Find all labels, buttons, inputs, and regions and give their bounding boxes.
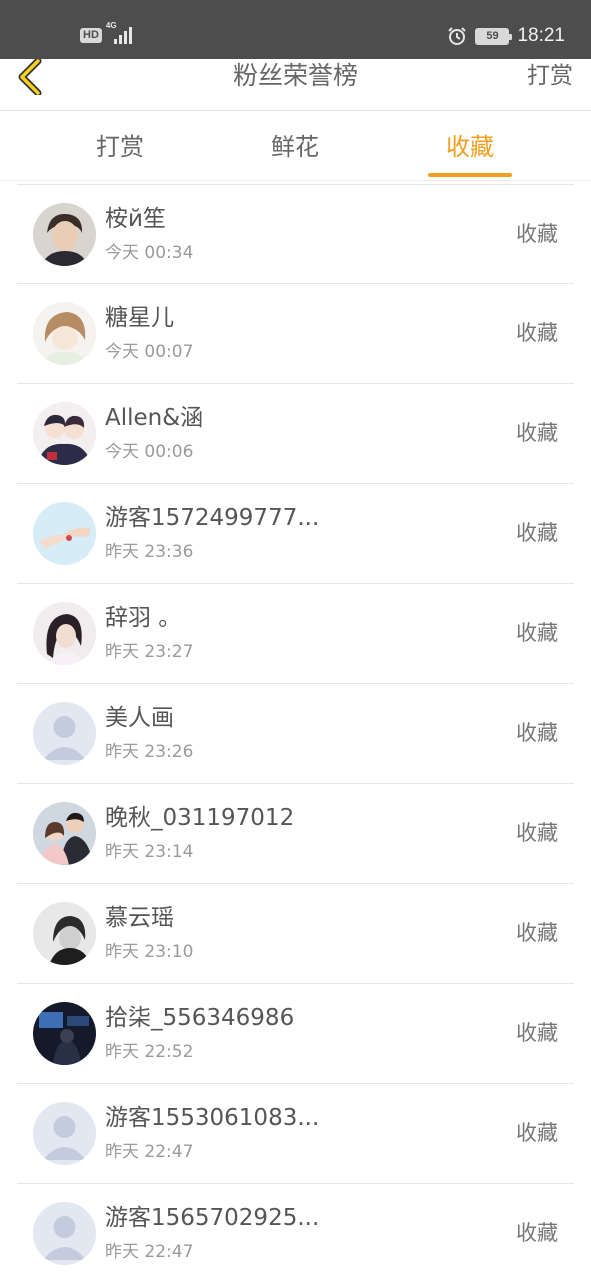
avatar[interactable] bbox=[33, 502, 96, 565]
list-item[interactable]: 游客1572499777... 昨天 23:36 收藏 bbox=[17, 484, 574, 584]
fan-name: 辞羽 。 bbox=[105, 605, 182, 631]
fan-name: Allen&涵 bbox=[105, 405, 204, 431]
fan-name: 晚秋_031197012 bbox=[105, 805, 295, 831]
avatar[interactable] bbox=[33, 1202, 96, 1265]
avatar[interactable] bbox=[33, 802, 96, 865]
fan-name: 游客1572499777... bbox=[105, 505, 320, 531]
fan-name: 糖星儿 bbox=[105, 305, 174, 331]
fan-time: 今天 00:06 bbox=[105, 442, 194, 462]
status-bar: HD 4G 59 18:21 bbox=[0, 0, 591, 59]
fan-name: 桉й笙 bbox=[105, 206, 166, 232]
avatar[interactable] bbox=[33, 602, 96, 665]
status-left: HD 4G bbox=[80, 21, 136, 46]
fan-name: 游客1565702925... bbox=[105, 1205, 320, 1231]
tab-flowers[interactable]: 鲜花 bbox=[245, 111, 345, 181]
fan-action: 收藏 bbox=[516, 721, 558, 745]
tab-bar: 打赏 鲜花 收藏 bbox=[0, 111, 591, 181]
list-item[interactable]: 游客1565702925... 昨天 22:47 收藏 bbox=[17, 1184, 574, 1280]
tab-flowers-label: 鲜花 bbox=[271, 133, 319, 161]
list-item[interactable]: 桉й笙 今天 00:34 收藏 bbox=[17, 184, 574, 284]
fan-action: 收藏 bbox=[516, 921, 558, 945]
list-item[interactable]: Allen&涵 今天 00:06 收藏 bbox=[17, 384, 574, 484]
status-time: 18:21 bbox=[517, 25, 565, 46]
battery-icon: 59 bbox=[475, 27, 513, 45]
fan-action: 收藏 bbox=[516, 1121, 558, 1145]
reward-button[interactable]: 打赏 bbox=[527, 59, 573, 93]
fan-time: 昨天 23:10 bbox=[105, 942, 194, 962]
list-item[interactable]: 慕云瑶 昨天 23:10 收藏 bbox=[17, 884, 574, 984]
list-item[interactable]: 糖星儿 今天 00:07 收藏 bbox=[17, 284, 574, 384]
fan-name: 拾柒_556346986 bbox=[105, 1005, 295, 1031]
fan-time: 今天 00:34 bbox=[105, 243, 194, 263]
fan-time: 昨天 22:47 bbox=[105, 1242, 194, 1262]
fan-action: 收藏 bbox=[516, 1021, 558, 1045]
avatar[interactable] bbox=[33, 1002, 96, 1065]
fan-action: 收藏 bbox=[516, 421, 558, 445]
fan-time: 昨天 23:27 bbox=[105, 642, 194, 662]
avatar[interactable] bbox=[33, 402, 96, 465]
battery-level: 59 bbox=[477, 29, 508, 43]
list-item[interactable]: 美人画 昨天 23:26 收藏 bbox=[17, 684, 574, 784]
fan-list: 桉й笙 今天 00:34 收藏 糖星儿 今天 00:07 收藏 Allen&涵 … bbox=[0, 184, 591, 1280]
avatar[interactable] bbox=[33, 302, 96, 365]
fan-time: 今天 00:07 bbox=[105, 342, 194, 362]
active-tab-indicator bbox=[428, 173, 512, 177]
fan-name: 慕云瑶 bbox=[105, 905, 174, 931]
fan-time: 昨天 22:52 bbox=[105, 1042, 194, 1062]
avatar[interactable] bbox=[33, 902, 96, 965]
status-right: 59 18:21 bbox=[447, 25, 565, 47]
avatar[interactable] bbox=[33, 1102, 96, 1165]
page-title: 粉丝荣誉榜 bbox=[232, 61, 358, 90]
fan-time: 昨天 23:36 bbox=[105, 542, 194, 562]
fan-time: 昨天 23:14 bbox=[105, 842, 194, 862]
fan-time: 昨天 22:47 bbox=[105, 1142, 194, 1162]
tab-reward-label: 打赏 bbox=[96, 133, 144, 161]
fan-action: 收藏 bbox=[516, 1221, 558, 1245]
fan-time: 昨天 23:26 bbox=[105, 742, 194, 762]
list-item[interactable]: 晚秋_031197012 昨天 23:14 收藏 bbox=[17, 784, 574, 884]
tab-favorites[interactable]: 收藏 bbox=[428, 111, 512, 181]
signal-icon: 4G bbox=[106, 21, 136, 46]
list-item[interactable]: 拾柒_556346986 昨天 22:52 收藏 bbox=[17, 984, 574, 1084]
fan-action: 收藏 bbox=[516, 821, 558, 845]
list-item[interactable]: 游客1553061083... 昨天 22:47 收藏 bbox=[17, 1084, 574, 1184]
alarm-icon bbox=[448, 27, 467, 45]
fan-name: 游客1553061083... bbox=[105, 1105, 320, 1131]
list-item[interactable]: 辞羽 。 昨天 23:27 收藏 bbox=[17, 584, 574, 684]
fan-action: 收藏 bbox=[516, 321, 558, 345]
avatar[interactable] bbox=[33, 702, 96, 765]
fan-action: 收藏 bbox=[516, 521, 558, 545]
nav-bar: 粉丝荣誉榜 打赏 bbox=[0, 59, 591, 111]
fan-action: 收藏 bbox=[516, 222, 558, 246]
fan-name: 美人画 bbox=[105, 705, 174, 731]
hd-badge: HD bbox=[80, 27, 102, 43]
tab-reward[interactable]: 打赏 bbox=[70, 111, 170, 181]
fan-action: 收藏 bbox=[516, 621, 558, 645]
avatar[interactable] bbox=[33, 203, 96, 266]
